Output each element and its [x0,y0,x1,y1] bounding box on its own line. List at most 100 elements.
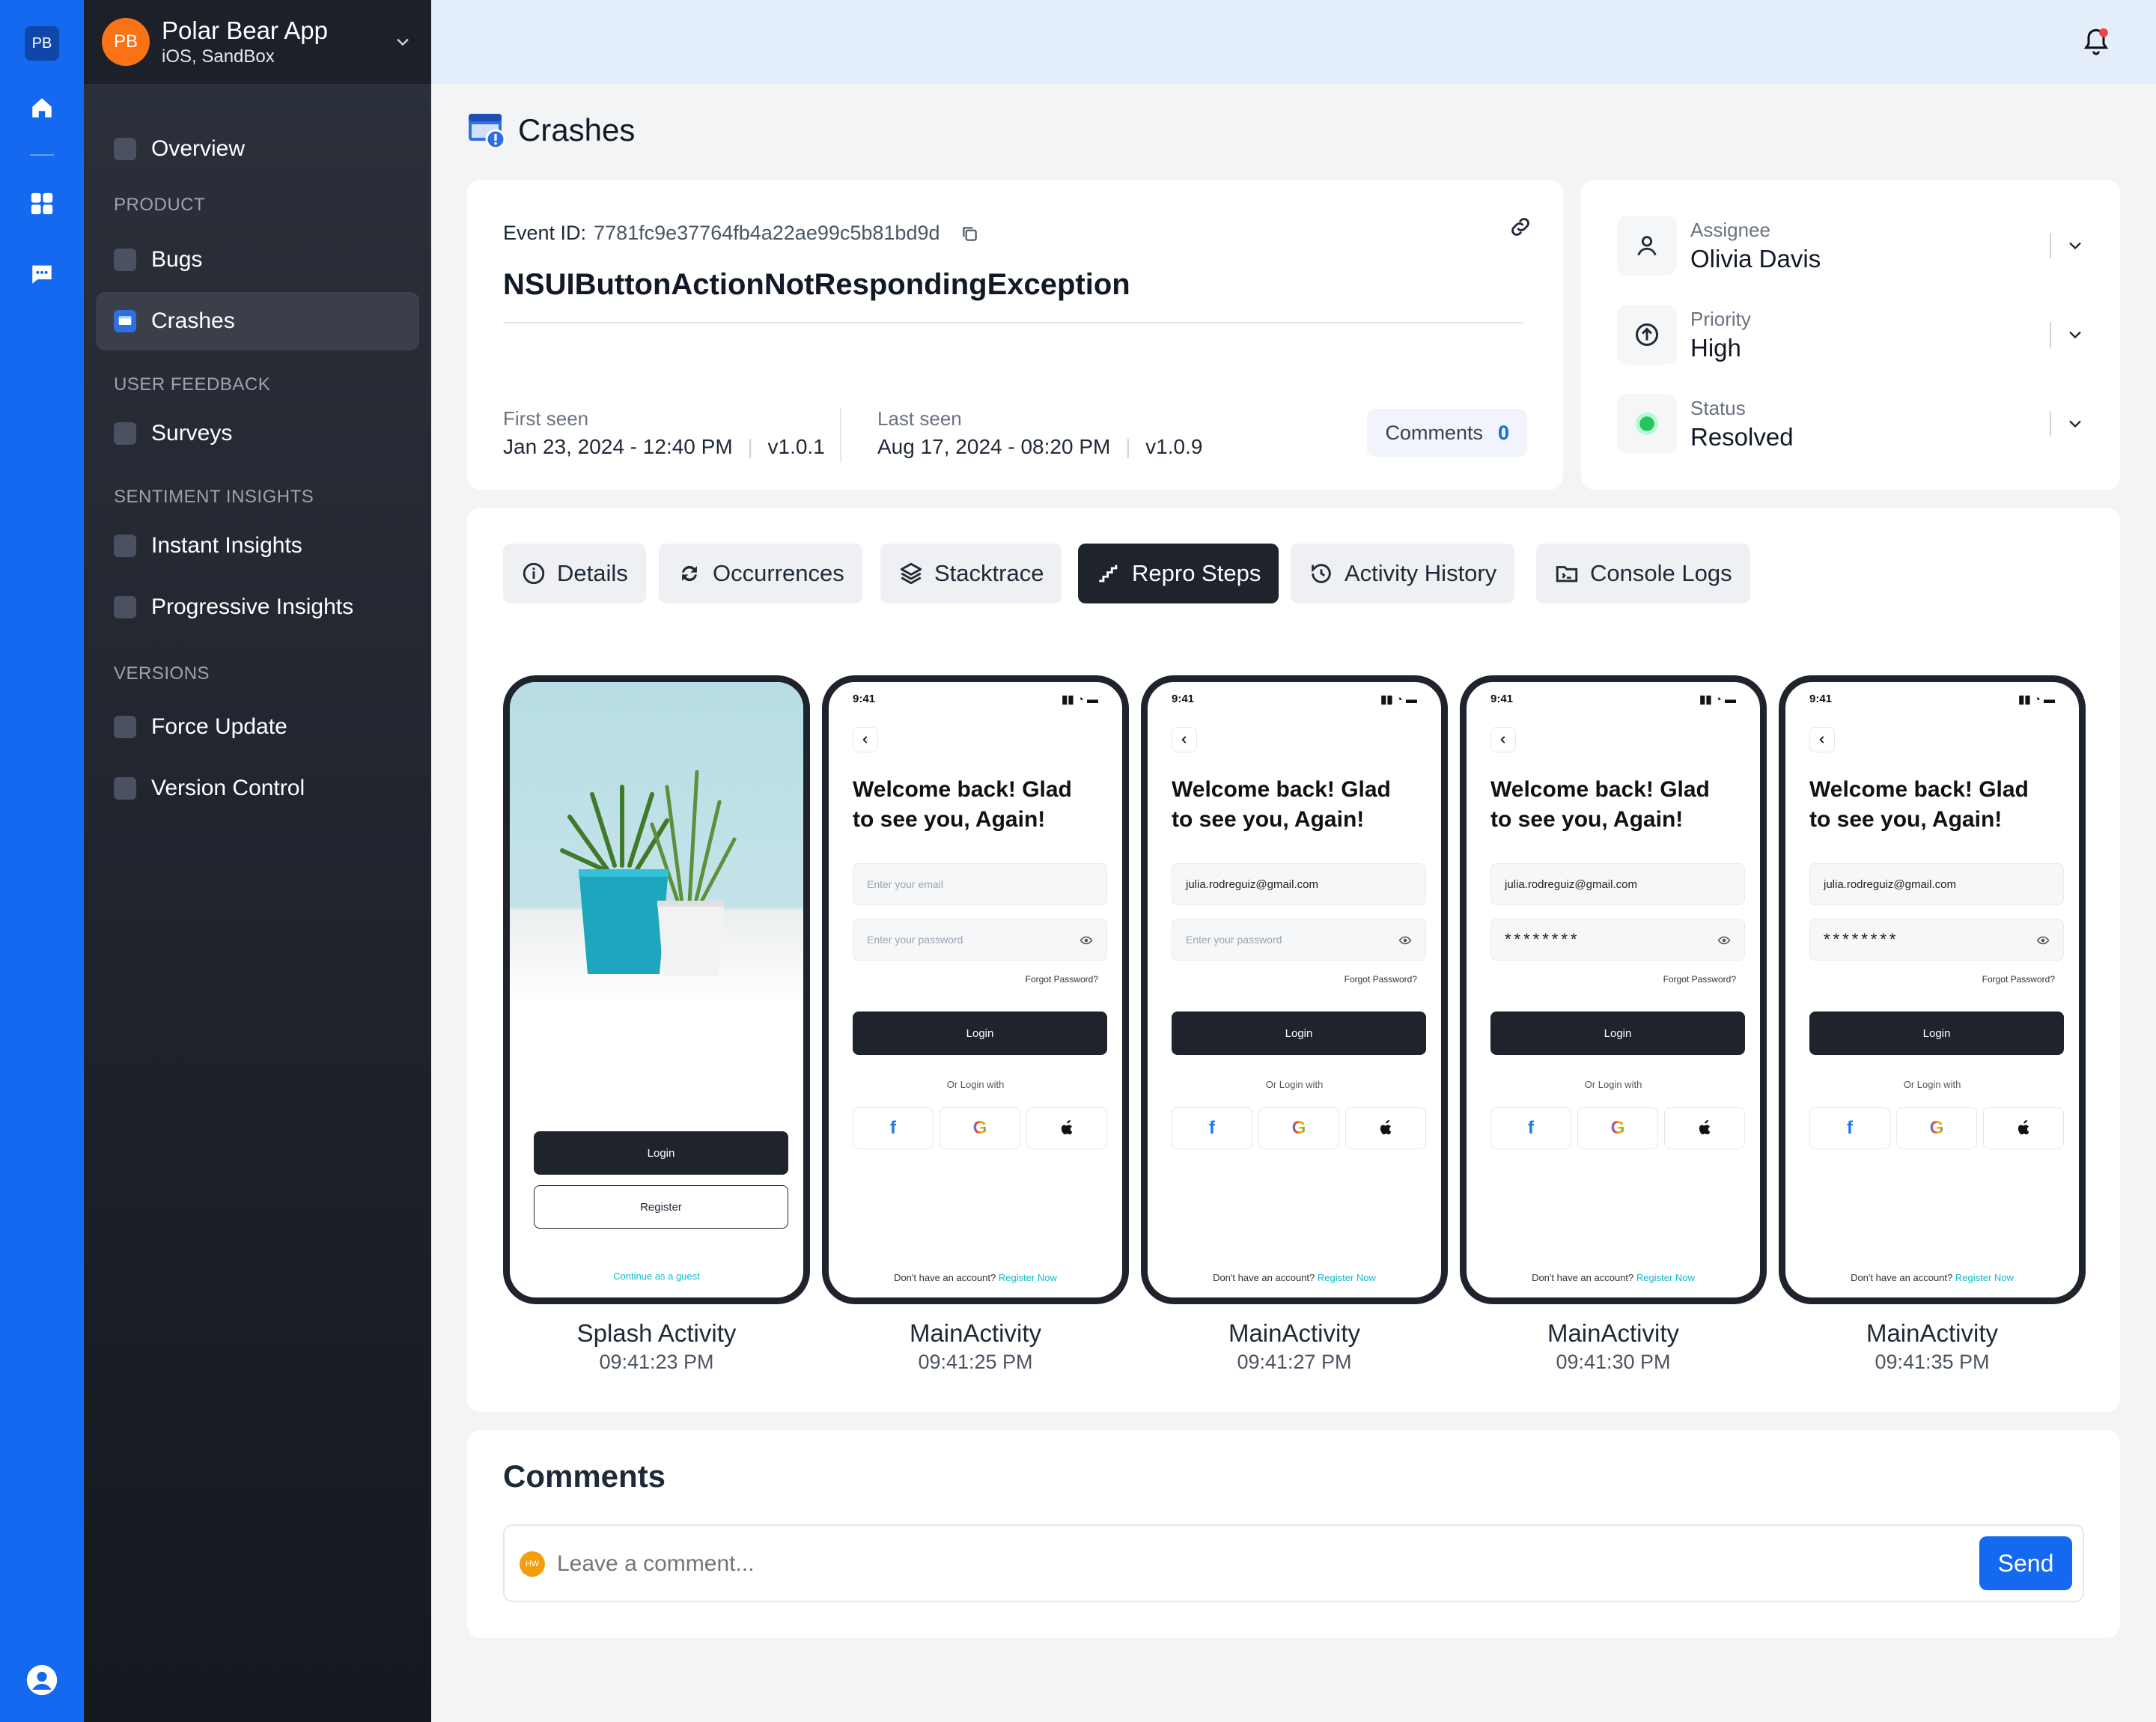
status-time: 9:41 [1172,693,1195,705]
forgot-password-preview: Forgot Password? [1025,974,1098,985]
step-caption: MainActivity 09:41:30 PM [1460,1319,1767,1374]
tab-label: Occurrences [713,560,844,586]
login-button-preview: Login [1172,1011,1426,1055]
sidebar-item-instant-insights[interactable]: Instant Insights [96,517,419,575]
screenshot-step-5[interactable]: 9:41 ▮▮ ◔ ▬ Welcome back! Glad to see you,… [1779,675,2086,1304]
cube-icon [114,777,136,800]
back-icon [1809,727,1835,752]
register-text-preview: Don't have an account? Register Now [1532,1272,1695,1283]
tab-label: Stacktrace [934,560,1044,586]
comments-label: Comments [1385,421,1483,444]
status-bar: 9:41 ▮▮ ◔ ▬ [1467,693,1760,706]
register-text-preview: Don't have an account? Register Now [894,1272,1057,1283]
sidebar-item-label: Overview [151,136,246,161]
tab-repro-steps[interactable]: Repro Steps [1078,544,1279,603]
sidebar-item-version-control[interactable]: Version Control [96,759,419,818]
status-dropdown[interactable] [2060,409,2090,439]
chat-icon[interactable] [25,258,58,290]
link-icon [114,596,136,618]
facebook-icon: f [1172,1107,1252,1149]
tab-activity-history[interactable]: Activity History [1291,544,1515,603]
meta-card: Assignee Olivia Davis Priority High Stat… [1581,180,2120,490]
status-dot-icon [1617,394,1677,454]
status-time: 9:41 [1809,693,1833,705]
sidebar-item-label: Instant Insights [151,533,302,558]
step-caption: MainActivity 09:41:27 PM [1141,1319,1448,1374]
heart-icon [114,535,136,557]
back-icon [1490,727,1516,752]
google-icon: G [940,1107,1020,1149]
status-bar: 9:41 ▮▮ ◔ ▬ [829,693,1122,706]
assignee-dropdown[interactable] [2060,231,2090,261]
user-circle-icon[interactable] [25,1664,58,1697]
apple-icon [1983,1107,2064,1149]
terminal-folder-icon [1556,566,1578,582]
workspace-logo[interactable]: PB [25,26,59,61]
sidebar-item-progressive-insights[interactable]: Progressive Insights [96,578,419,636]
crash-icon [114,310,136,332]
send-button[interactable]: Send [1979,1536,2072,1590]
password-field-preview: Enter your password [853,919,1107,961]
grid-icon[interactable] [25,187,58,220]
step-time: 09:41:23 PM [599,1351,714,1373]
tab-console-logs[interactable]: Console Logs [1536,544,1750,603]
sidebar-item-overview[interactable]: Overview [96,120,419,178]
sidebar-item-force-update[interactable]: Force Update [96,698,419,756]
app-switcher[interactable]: PB Polar Bear App iOS, SandBox [84,0,431,84]
welcome-text: Welcome back! Glad to see you, Again! [1490,777,1710,832]
copy-icon[interactable] [960,224,979,243]
sidebar-item-label: Version Control [151,776,305,800]
link-icon[interactable] [1508,214,1533,240]
step-name: MainActivity [1547,1319,1680,1347]
step-caption: MainActivity 09:41:25 PM [822,1319,1129,1374]
sidebar-item-surveys[interactable]: Surveys [96,404,419,463]
screenshot-step-1[interactable]: 9:41▮▮ ◔ ▬ Login Register Continue as a … [503,675,810,1304]
screenshot-step-3[interactable]: 9:41 ▮▮ ◔ ▬ Welcome back! Glad to see you,… [1141,675,1448,1304]
apple-icon [1345,1107,1426,1149]
star-icon [114,422,136,445]
apple-icon [1664,1107,1745,1149]
step-time: 09:41:30 PM [1556,1351,1671,1373]
facebook-icon: f [1490,1107,1571,1149]
comments-button[interactable]: Comments 0 [1367,409,1527,457]
sidebar-item-bugs[interactable]: Bugs [96,231,419,289]
facebook-icon: f [853,1107,934,1149]
last-seen-version: v1.0.9 [1145,435,1203,458]
priority-label: Priority [1690,308,1751,330]
sidebar: PB Polar Bear App iOS, SandBox Overview … [84,0,431,1722]
section-product: PRODUCT [114,195,206,215]
or-login-text: Or Login with [1903,1079,1961,1090]
assignee-field: Assignee Olivia Davis [1690,219,1821,273]
chevron-down-icon[interactable] [392,31,413,52]
last-seen-value: Aug 17, 2024 - 08:20 PM [877,435,1111,458]
top-bar [431,0,2156,84]
status-bar: 9:41 ▮▮ ◔ ▬ [1148,693,1441,706]
bell-icon[interactable] [2081,26,2111,59]
page-header: Crashes [467,111,635,150]
or-login-text: Or Login with [1584,1079,1642,1090]
priority-dropdown[interactable] [2060,320,2090,350]
last-seen: Last seen Aug 17, 2024 - 08:20 PM | v1.0… [877,407,1203,458]
password-field-preview: ******** [1490,919,1745,961]
section-user-feedback: USER FEEDBACK [114,374,271,395]
sidebar-item-label: Progressive Insights [151,594,354,619]
tab-details[interactable]: Details [503,544,646,603]
tab-occurrences[interactable]: Occurrences [659,544,862,603]
guest-link-preview: Continue as a guest [613,1271,700,1282]
info-icon [523,562,545,585]
tab-stacktrace[interactable]: Stacktrace [880,544,1062,603]
assignee-value: Olivia Davis [1690,245,1821,273]
home-icon[interactable] [25,91,58,124]
forgot-password-preview: Forgot Password? [1982,974,2055,985]
sidebar-item-crashes[interactable]: Crashes [96,292,419,350]
password-field-preview: ******** [1809,919,2064,961]
comment-input[interactable] [557,1542,1964,1586]
step-time: 09:41:25 PM [918,1351,1033,1373]
tab-label: Console Logs [1590,560,1732,586]
tab-label: Activity History [1345,560,1497,586]
avatar: HW [520,1551,545,1577]
google-icon: G [1258,1107,1339,1149]
section-sentiment: SENTIMENT INSIGHTS [114,487,314,507]
screenshot-step-4[interactable]: 9:41 ▮▮ ◔ ▬ Welcome back! Glad to see you,… [1460,675,1767,1304]
screenshot-step-2[interactable]: 9:41 ▮▮ ◔ ▬ Welcome back! Glad to see you,… [822,675,1129,1304]
